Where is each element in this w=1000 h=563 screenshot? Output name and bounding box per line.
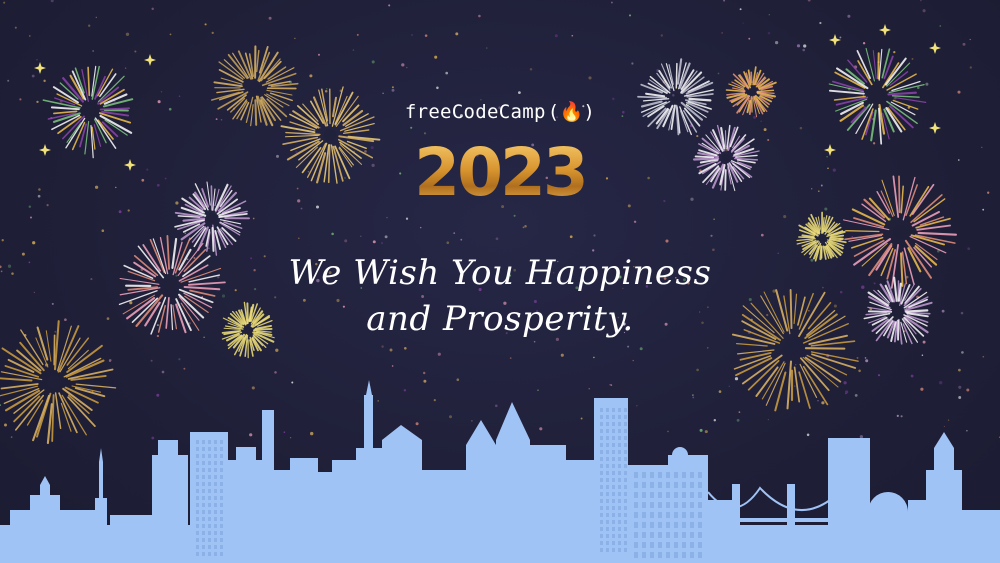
skyline-buildings (0, 380, 1000, 563)
new-year-banner: freeCodeCamp (🔥) 2023 We Wish You Happine… (0, 0, 1000, 563)
city-skyline (0, 380, 1000, 563)
